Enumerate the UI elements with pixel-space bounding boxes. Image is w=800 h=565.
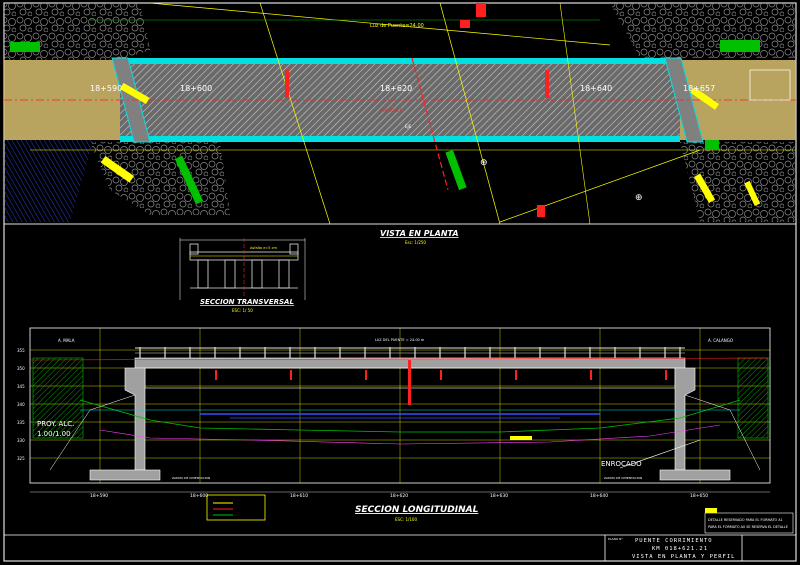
terrain-line-magenta xyxy=(99,424,721,445)
notes-box xyxy=(704,512,794,534)
left-bank-label: A. MALA xyxy=(58,338,75,343)
plan-title: VISTA EN PLANTA xyxy=(380,229,459,238)
footing-left xyxy=(89,469,161,481)
title-line-2: KM 018+621.21 xyxy=(652,546,708,552)
diaphragm-marks xyxy=(140,370,667,380)
section-beam-4 xyxy=(278,259,290,289)
level-mark-1: 355 xyxy=(17,348,25,353)
level-mark-3: 345 xyxy=(17,384,25,389)
plan-scale: Esc: 1/250 xyxy=(405,240,426,245)
footing-right-label: ZAPATA DE CIMENTACION xyxy=(604,476,642,480)
section-cut-marker-top xyxy=(476,3,486,17)
section-beam-3 xyxy=(251,259,263,289)
footing-left-label: ZAPATA DE CIMENTACION xyxy=(172,476,210,480)
railing-posts xyxy=(139,347,681,358)
deck-mark-2: EJE xyxy=(405,124,412,129)
guide-line-4 xyxy=(499,149,701,223)
cad-drawing: Luz de Puente=24.00 18+590 18+600 18+620… xyxy=(3,2,797,562)
survey-symbol-1: ⊕ xyxy=(480,158,488,168)
section-parapet-left xyxy=(189,243,199,255)
deck-mark-1: ANCHO 8.0 xyxy=(380,108,403,113)
survey-symbol-2: ⊕ xyxy=(635,193,643,203)
longitudinal-section: 355 350 345 340 335 330 325 A. MALA A. C… xyxy=(17,327,771,499)
title-block: PLANO N° PUENTE CORRIMIENTO KM 018+621.2… xyxy=(4,534,796,561)
elevation-title: SECCION LONGITUDINAL xyxy=(355,505,479,515)
proy-scale-label: 1.00/1.00 xyxy=(37,430,71,438)
deck-curb-bottom xyxy=(120,136,680,142)
elev-station-2: 18+600 xyxy=(190,493,208,499)
rock-area-left-bottom xyxy=(90,142,230,215)
level-mark-7: 325 xyxy=(17,456,25,461)
level-mark-2: 350 xyxy=(17,366,25,371)
abutment-elev-left xyxy=(124,367,146,471)
marker-green-3 xyxy=(720,40,760,52)
plan-station-4: 18+640 xyxy=(580,84,612,93)
elevation-scale: ESC: 1/100 xyxy=(395,517,417,522)
slope-hatch-left xyxy=(4,135,95,222)
title-line-1: PUENTE CORRIMIENTO xyxy=(635,538,713,544)
section-scale: ESC: 1/ 50 xyxy=(232,308,253,313)
notes-marker xyxy=(705,508,717,513)
elev-station-5: 18+630 xyxy=(490,493,508,499)
level-mark-4: 340 xyxy=(17,402,25,407)
elev-station-1: 18+590 xyxy=(90,493,108,499)
deck-curb-top xyxy=(120,58,680,64)
notes-line-1: DETALLE RESERVADO PARA EL FORMATO A1 xyxy=(708,518,783,522)
level-mark-5: 335 xyxy=(17,420,25,425)
plan-station-1: 18+590 xyxy=(90,84,122,93)
plan-station-2: 18+600 xyxy=(180,84,212,93)
section-beam-2 xyxy=(224,259,236,289)
plano-label: PLANO N° xyxy=(608,537,623,541)
marker-green-5 xyxy=(705,140,719,150)
span-label: Luz de Puente=24.00 xyxy=(370,23,424,29)
plan-view: Luz de Puente=24.00 18+590 18+600 18+620… xyxy=(4,2,796,225)
plan-station-3: 18+620 xyxy=(380,84,412,93)
elev-station-6: 18+640 xyxy=(590,493,608,499)
station-tick-1 xyxy=(285,70,289,98)
section-note: Asfalto e=5 cm xyxy=(250,246,278,250)
deck-length-label: LUZ DEL PUENTE = 24.00 m xyxy=(375,338,425,342)
footing-right xyxy=(659,469,731,481)
level-mark-6: 330 xyxy=(17,438,25,443)
station-tick-4 xyxy=(460,20,470,28)
elev-station-3: 18+610 xyxy=(290,493,308,499)
station-tick-3 xyxy=(537,205,545,217)
station-tick-2 xyxy=(545,70,549,98)
marker-green-1 xyxy=(445,149,467,191)
right-bank-label: A. CALANGO xyxy=(708,338,733,343)
elev-station-7: 18+650 xyxy=(690,493,708,499)
cross-section: Asfalto e=5 cm SECCION TRANSVERSAL ESC: … xyxy=(179,238,306,313)
section-parapet-right xyxy=(289,243,299,255)
abutment-elev-right xyxy=(674,367,696,471)
notes-line-2: PARA EL FORMATO A0 SE RESERVA EL DETALLE xyxy=(708,525,788,529)
elev-station-4: 18+620 xyxy=(390,493,408,499)
water-mark xyxy=(510,436,532,440)
embankment-right xyxy=(737,357,769,439)
rock-area-right-top xyxy=(610,3,796,58)
title-line-3: VISTA EN PLANTA Y PERFIL xyxy=(632,554,735,560)
legend-box xyxy=(206,494,266,521)
proy-label: PROY. ALC. xyxy=(37,420,74,428)
gauge-marker xyxy=(408,360,411,405)
section-title: SECCION TRANSVERSAL xyxy=(200,298,294,306)
plan-station-5: 18+657 xyxy=(683,84,715,93)
section-beam-1 xyxy=(197,259,209,289)
enrocado-label: ENROCADO xyxy=(601,460,642,468)
marker-green-4 xyxy=(10,42,40,52)
